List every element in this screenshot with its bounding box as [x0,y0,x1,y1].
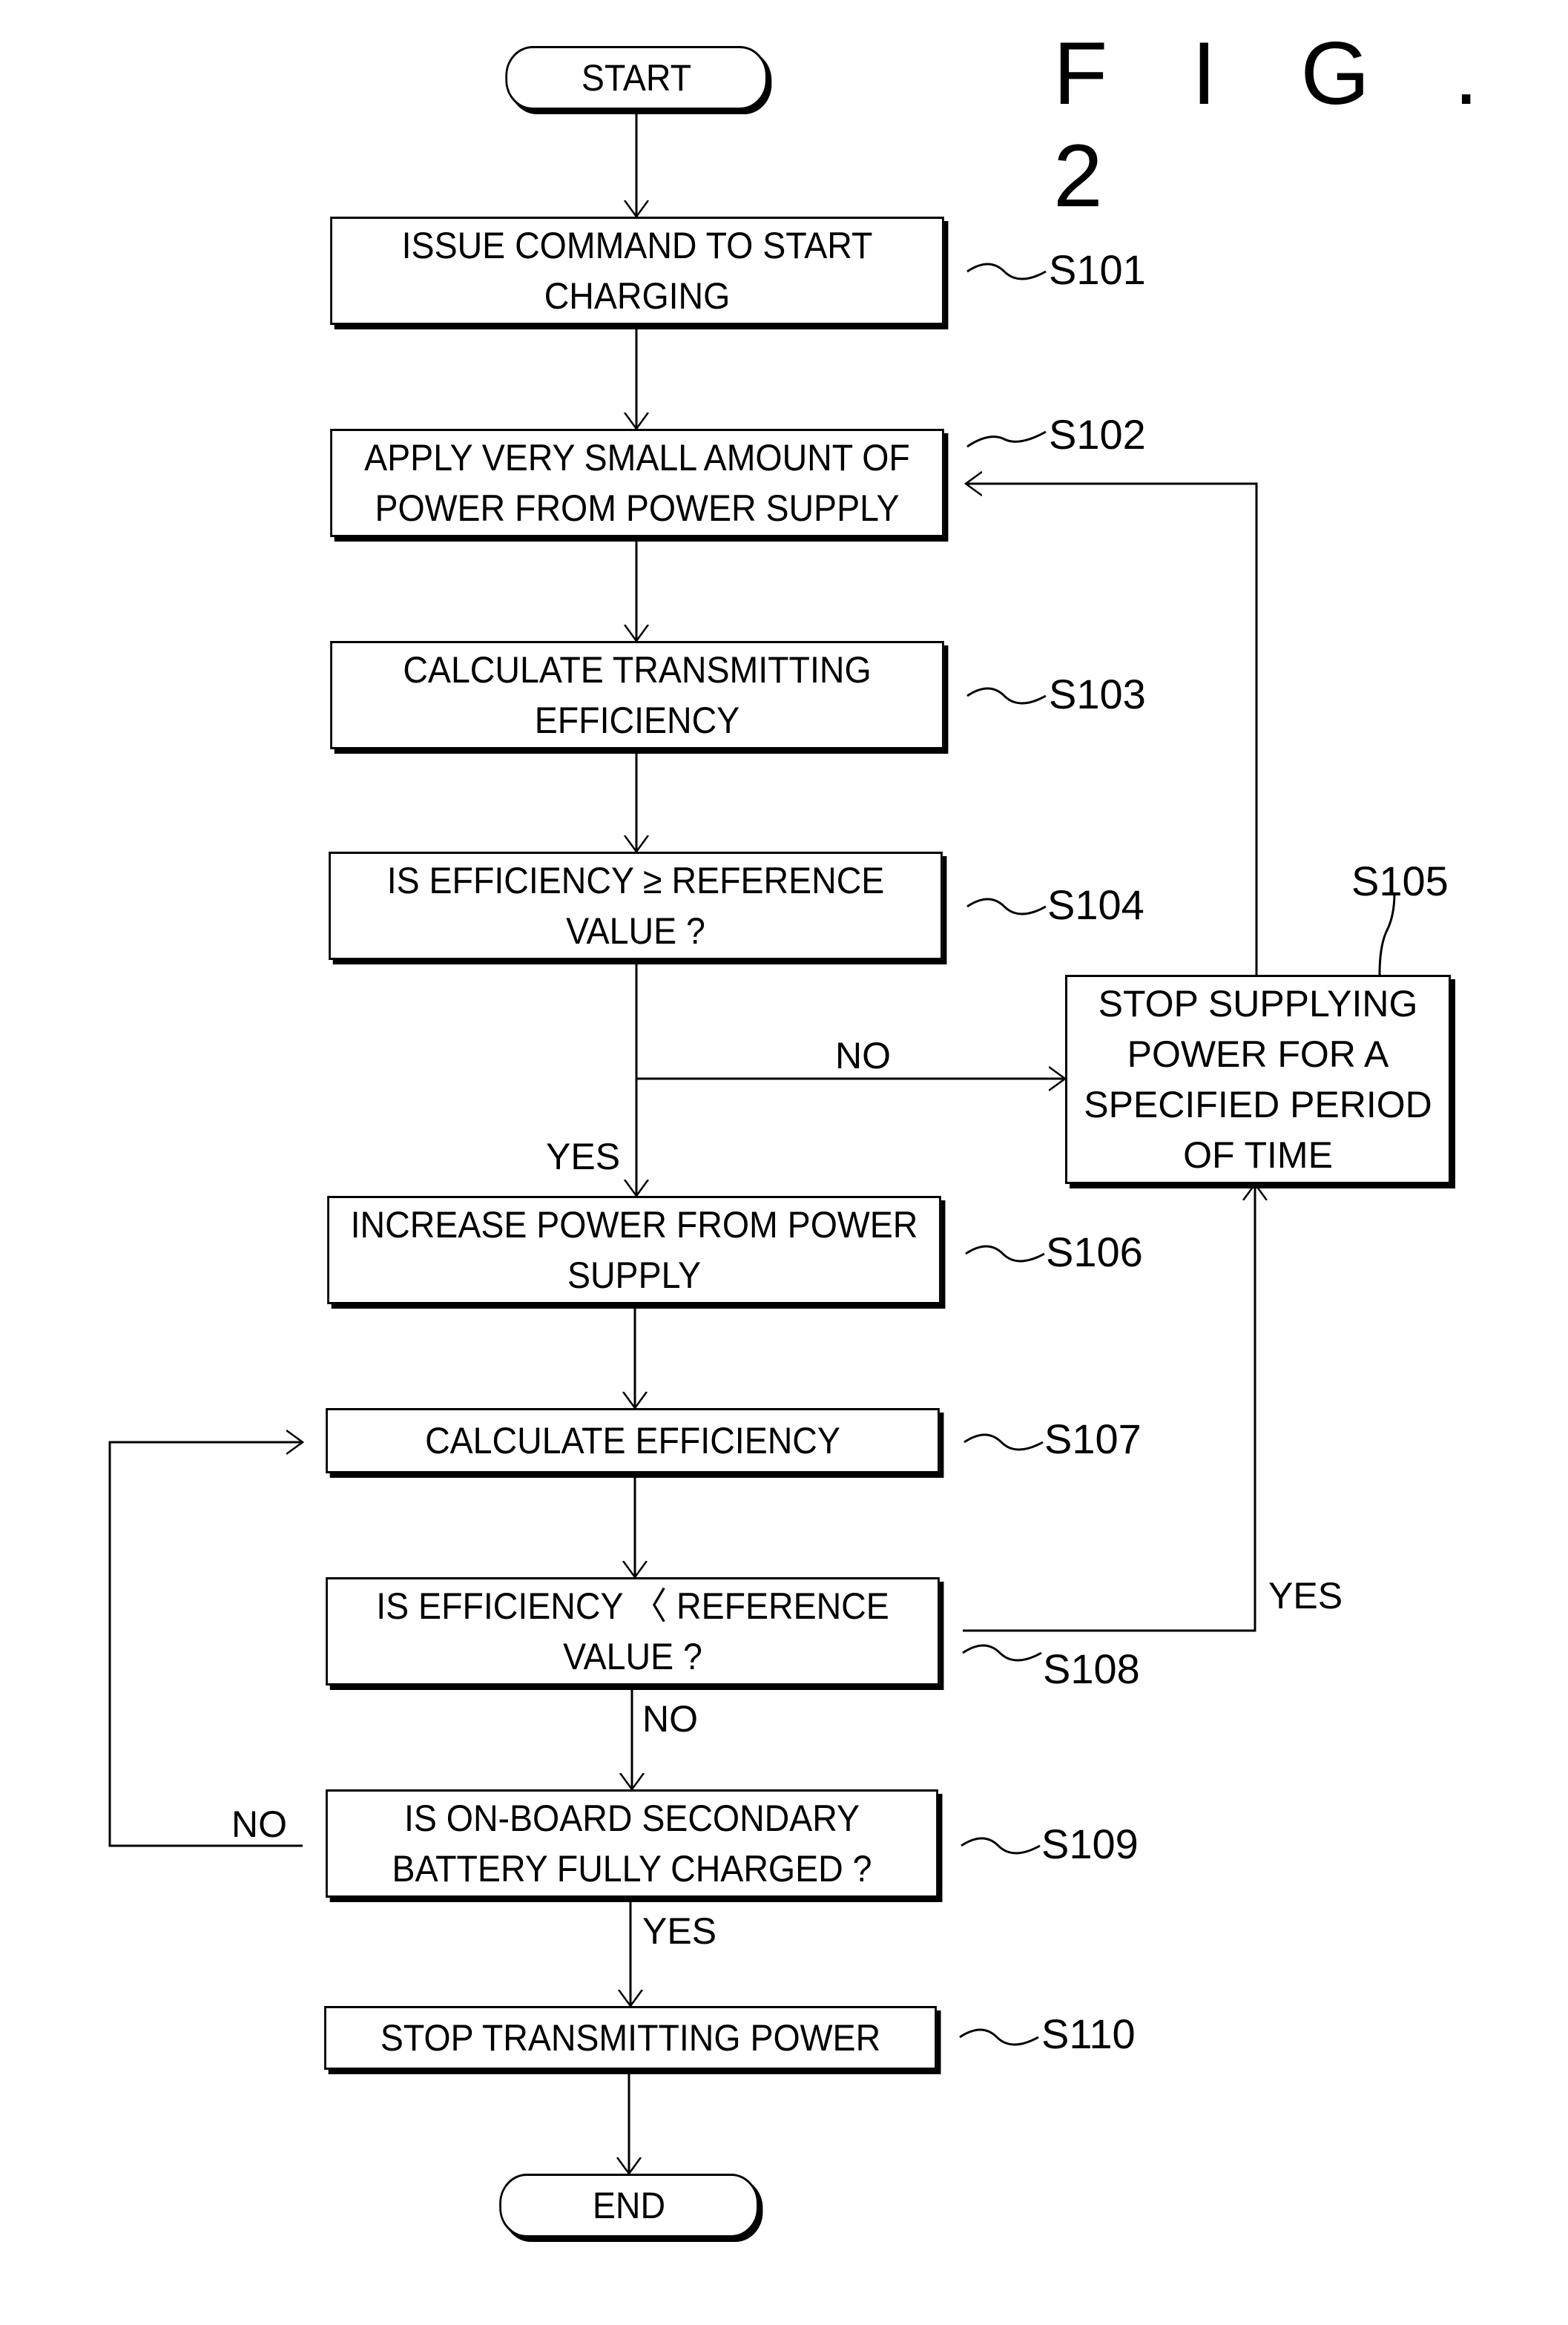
step-text: VALUE ? [563,1636,702,1677]
step-id-s105: S105 [1351,858,1449,904]
leader-s101 [966,263,1047,280]
branch-s108-yes: YES [1268,1575,1343,1617]
step-text: CALCULATE EFFICIENCY [425,1420,840,1461]
step-s110: STOP TRANSMITTING POWER [324,2006,937,2070]
step-text: BATTERY FULLY CHARGED ? [392,1848,872,1890]
step-s103: CALCULATE TRANSMITTING EFFICIENCY [330,641,944,749]
step-text: POWER FOR A [1127,1033,1389,1075]
leader-s107 [963,1433,1044,1451]
step-id-s106: S106 [1046,1229,1143,1275]
step-text: POWER FROM POWER SUPPLY [375,487,900,529]
step-id-s109: S109 [1041,1821,1139,1867]
step-text: VALUE ? [566,910,705,952]
arrow-s109-no-s107 [108,1442,303,1847]
leader-s109 [961,1837,1041,1855]
step-text: IS ON-BOARD SECONDARY [403,1798,860,1839]
step-text: EFFICIENCY [534,700,740,741]
step-id-s102: S102 [1049,411,1146,458]
leader-s103 [966,687,1047,705]
step-text: STOP TRANSMITTING POWER [380,2017,881,2059]
step-text: SPECIFIED PERIOD [1084,1084,1432,1125]
step-id-s101: S101 [1049,246,1146,293]
step-text: IS EFFICIENCY ≥ REFERENCE [386,860,885,901]
step-s109-decision: IS ON-BOARD SECONDARY BATTERY FULLY CHARG… [326,1789,938,1898]
branch-s109-no: NO [231,1803,287,1845]
step-text: OF TIME [1183,1134,1333,1176]
step-s104-decision: IS EFFICIENCY ≥ REFERENCE VALUE ? [329,852,943,960]
step-id-s104: S104 [1047,881,1144,928]
step-s107: CALCULATE EFFICIENCY [326,1408,940,1473]
start-label: START [581,57,692,99]
step-s101: ISSUE COMMAND TO START CHARGING [330,217,944,325]
leader-s106 [965,1245,1045,1263]
step-s102: APPLY VERY SMALL AMOUNT OF POWER FROM POW… [330,429,944,537]
step-text: INCREASE POWER FROM POWER [350,1204,918,1246]
end-label: END [592,2185,666,2226]
step-id-s110: S110 [1041,2010,1136,2057]
leader-s102 [966,430,1047,448]
step-id-s107: S107 [1044,1415,1142,1462]
leader-s108 [962,1644,1042,1662]
leader-s105 [1378,892,1396,976]
end-terminal: END [499,2174,759,2237]
step-id-s108: S108 [1043,1645,1140,1692]
branch-s104-yes: YES [546,1136,621,1177]
step-s105: STOP SUPPLYING POWER FOR A SPECIFIED PERIO… [1065,975,1451,1184]
step-text: STOP SUPPLYING [1098,983,1418,1025]
leader-s104 [966,898,1047,915]
leader-s110 [959,2028,1039,2046]
branch-s104-no: NO [835,1035,891,1076]
step-s108-decision: IS EFFICIENCY 〈 REFERENCE VALUE ? [326,1577,940,1686]
figure-title: F I G . 2 [1053,24,1509,226]
step-id-s103: S103 [1049,671,1146,717]
step-text: IS EFFICIENCY 〈 REFERENCE [376,1585,889,1627]
branch-s108-no: NO [642,1698,698,1740]
step-s106: INCREASE POWER FROM POWER SUPPLY [327,1196,941,1304]
step-text: CHARGING [544,275,731,317]
step-text: SUPPLY [567,1254,702,1296]
step-text: ISSUE COMMAND TO START [401,225,873,266]
start-terminal: START [505,46,768,110]
step-text: APPLY VERY SMALL AMOUNT OF [364,437,910,479]
step-text: CALCULATE TRANSMITTING [403,649,872,691]
branch-s109-yes: YES [642,1910,717,1952]
